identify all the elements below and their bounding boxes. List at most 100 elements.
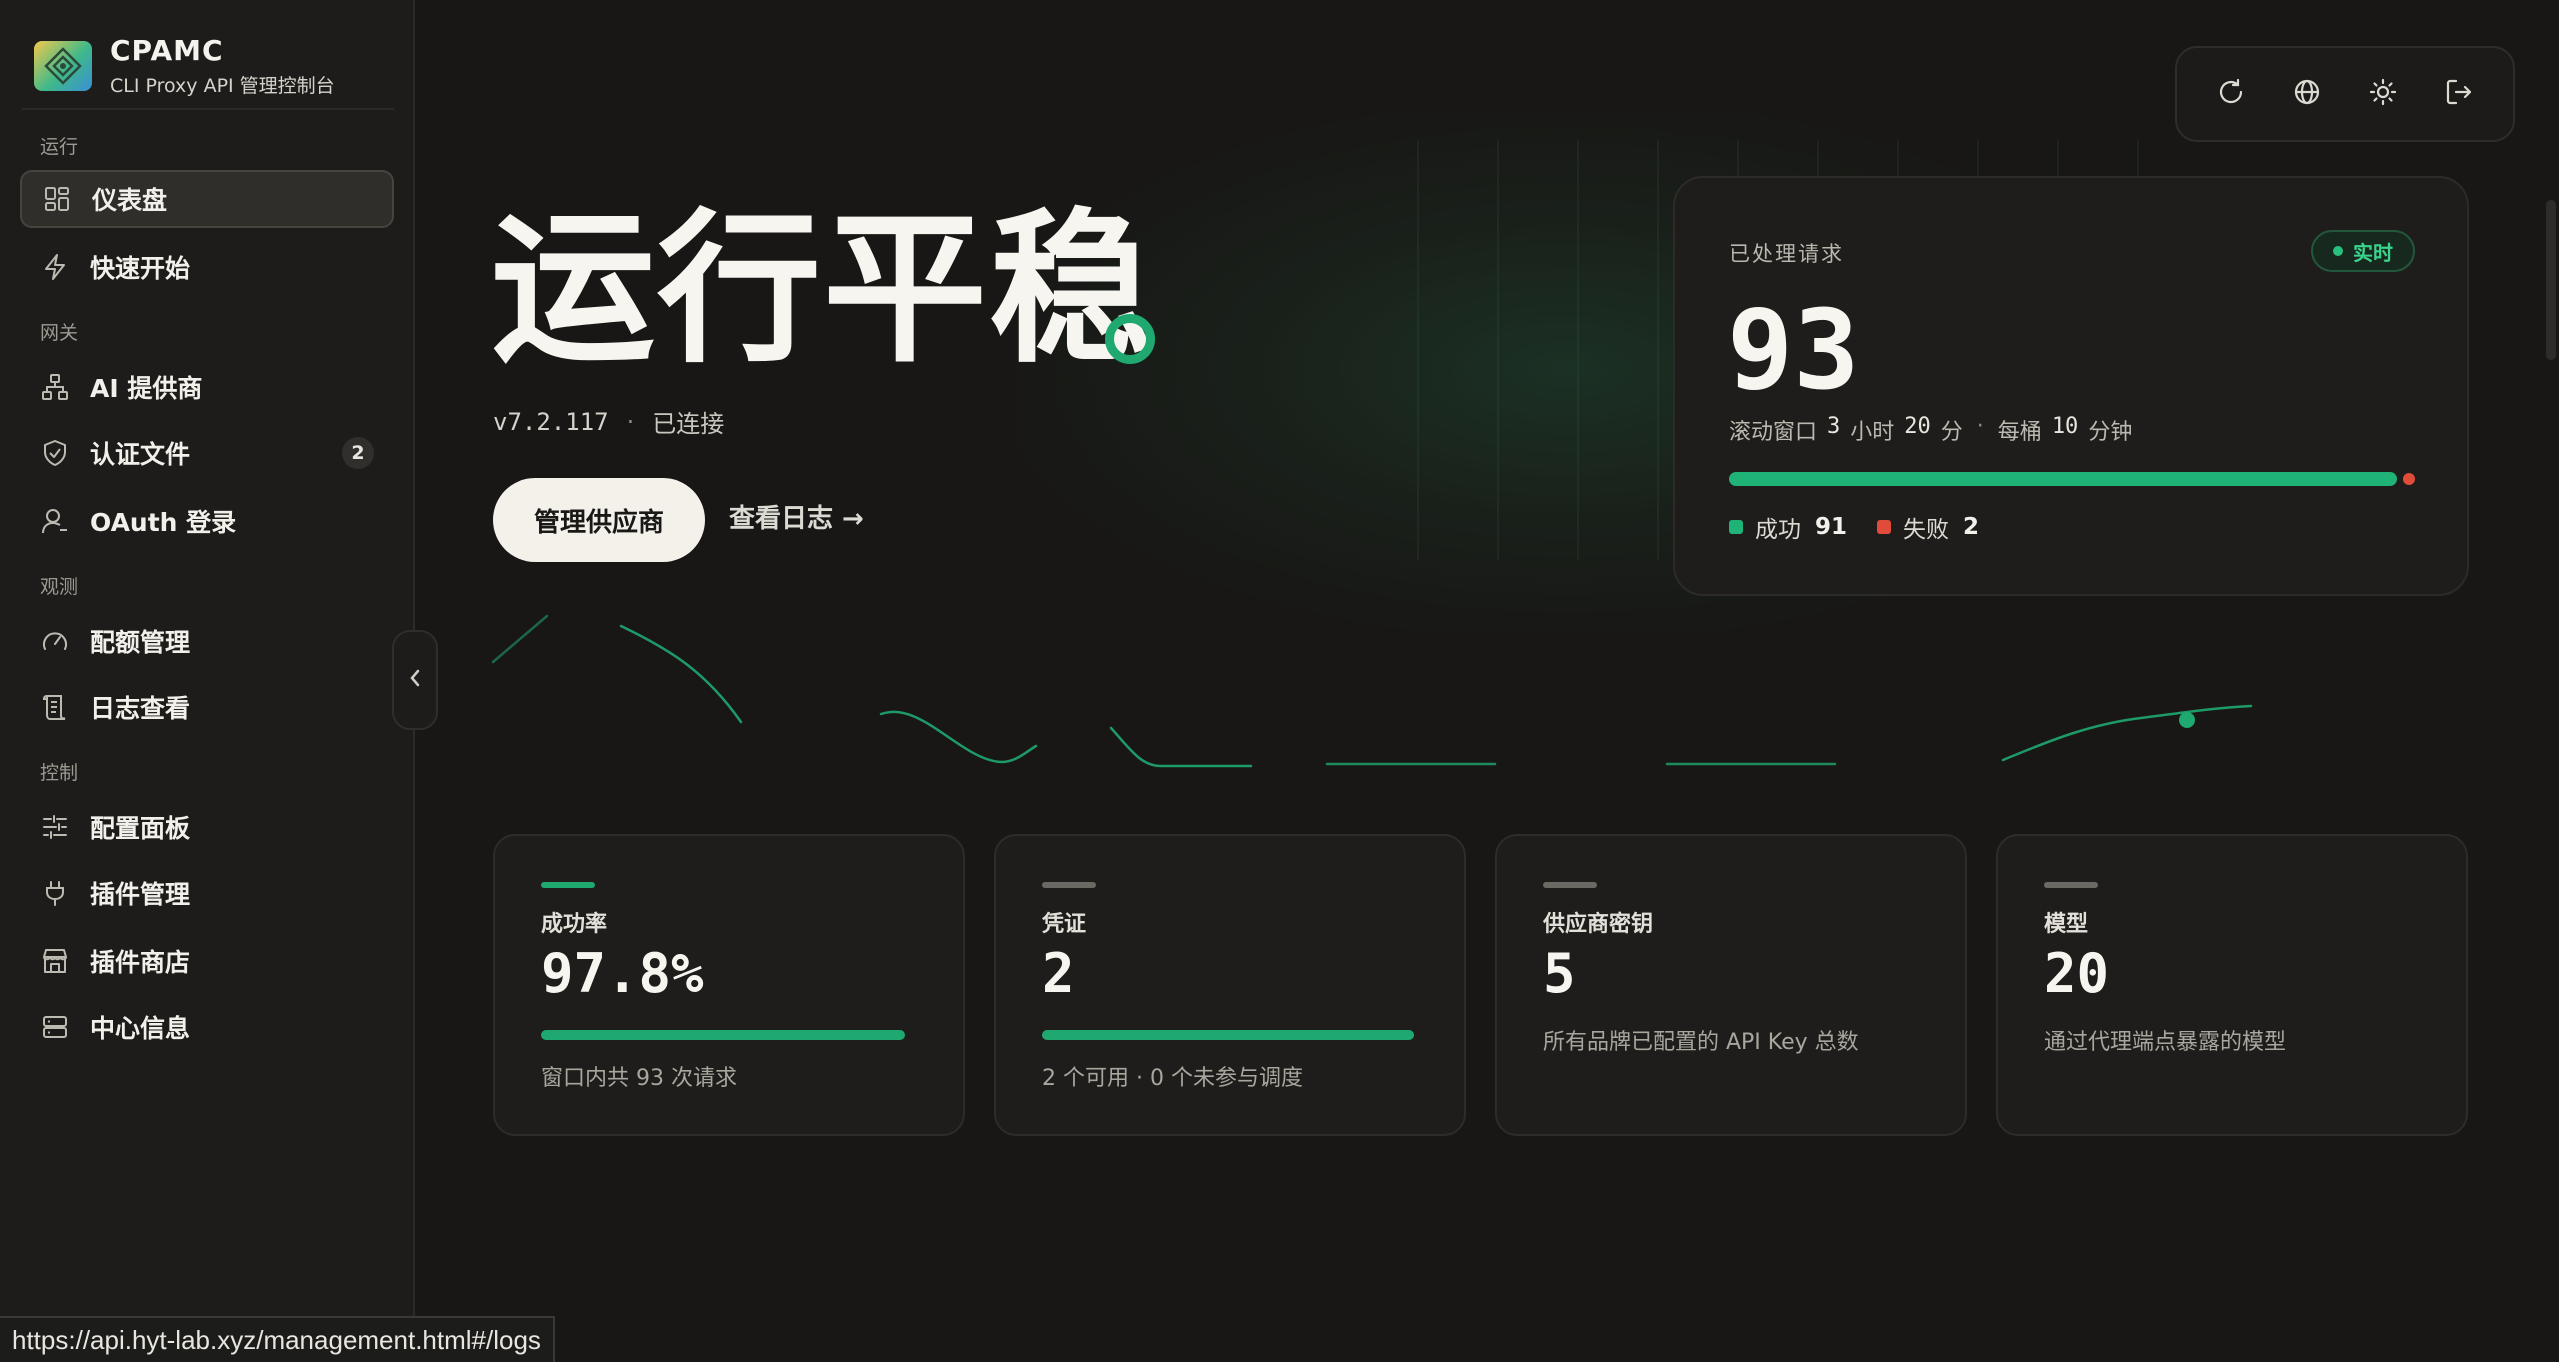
sidebar: CPAMC CLI Proxy API 管理控制台 运行 仪表盘 快速开始 网关… xyxy=(0,0,415,1362)
sidebar-item-ai-providers[interactable]: AI 提供商 xyxy=(20,358,394,416)
bucket-minutes: 10 xyxy=(2051,414,2079,439)
stat-card-success-rate: 成功率 97.8% 窗口内共 93 次请求 xyxy=(493,834,965,1136)
view-logs-link[interactable]: 查看日志 → xyxy=(729,498,864,535)
version-text: v7.2.117 xyxy=(493,407,609,436)
theme-toggle-button[interactable] xyxy=(2358,69,2408,119)
window-hours: 3 xyxy=(1827,414,1841,439)
sidebar-item-config[interactable]: 配置面板 xyxy=(20,798,394,856)
sidebar-item-plugin-store[interactable]: 插件商店 xyxy=(20,932,394,990)
sidebar-item-center-info[interactable]: 中心信息 xyxy=(20,998,394,1056)
language-button[interactable] xyxy=(2282,69,2332,119)
user-icon xyxy=(40,506,70,536)
sidebar-item-label: 仪表盘 xyxy=(92,186,168,215)
store-icon xyxy=(40,946,70,976)
browser-status-url: https://api.hyt-lab.xyz/management.html#… xyxy=(0,1316,555,1362)
sidebar-item-label: 配置面板 xyxy=(90,814,191,843)
fail-count: 2 xyxy=(1963,514,1980,540)
bucket-unit: 分钟 xyxy=(2088,420,2133,445)
sidebar-item-quickstart[interactable]: 快速开始 xyxy=(20,238,394,296)
dashboard-icon xyxy=(42,184,72,214)
hero-meta: v7.2.117 · 已连接 xyxy=(493,404,724,439)
live-dot-icon xyxy=(2333,246,2343,256)
stat-accent-line xyxy=(1543,882,1597,888)
server-icon xyxy=(40,1012,70,1042)
stat-title: 供应商密钥 xyxy=(1543,912,1654,937)
auth-files-count-badge: 2 xyxy=(342,437,374,469)
nav-section-control: 控制 xyxy=(40,762,79,784)
window-separator: · xyxy=(1976,414,1984,439)
hero-title: 运行平稳 xyxy=(491,194,1156,385)
gauge-icon xyxy=(40,626,70,656)
stat-accent-line xyxy=(2044,882,2098,888)
nav-section-gateway: 网关 xyxy=(40,322,79,344)
live-badge-label: 实时 xyxy=(2353,240,2393,265)
nav-section-observe: 观测 xyxy=(40,576,79,598)
sidebar-item-quota[interactable]: 配额管理 xyxy=(20,612,394,670)
nav-section-run: 运行 xyxy=(40,136,79,158)
sidebar-item-logs[interactable]: 日志查看 xyxy=(20,678,394,736)
stat-description: 2 个可用 · 0 个未参与调度 xyxy=(1042,1066,1303,1091)
success-segment xyxy=(1729,472,2397,486)
sidebar-item-label: 快速开始 xyxy=(90,254,191,283)
connection-status: 已连接 xyxy=(652,410,725,438)
window-prefix: 滚动窗口 xyxy=(1729,420,1818,445)
minutes-unit: 分 xyxy=(1940,420,1963,445)
requests-card: 已处理请求 实时 93 滚动窗口 3 小时 20 分 · 每桶 10 分钟 成功… xyxy=(1673,176,2469,596)
stat-progress-bar xyxy=(1042,1030,1414,1040)
bucket-prefix: 每桶 xyxy=(1997,420,2042,445)
stat-card-models: 模型 20 通过代理端点暴露的模型 xyxy=(1996,834,2468,1136)
app-root: CPAMC CLI Proxy API 管理控制台 运行 仪表盘 快速开始 网关… xyxy=(0,0,2559,1362)
live-badge: 实时 xyxy=(2311,230,2415,272)
sidebar-item-label: OAuth 登录 xyxy=(90,508,237,537)
rolling-window-info: 滚动窗口 3 小时 20 分 · 每桶 10 分钟 xyxy=(1729,414,2132,446)
requests-label: 已处理请求 xyxy=(1729,242,1844,266)
plug-icon xyxy=(40,878,70,908)
stat-card-provider-keys: 供应商密钥 5 所有品牌已配置的 API Key 总数 xyxy=(1495,834,1967,1136)
stat-value: 20 xyxy=(2044,942,2110,1005)
logout-button[interactable] xyxy=(2434,69,2484,119)
fail-legend-swatch xyxy=(1877,520,1892,534)
sidebar-item-label: 插件商店 xyxy=(90,948,191,977)
stat-description: 通过代理端点暴露的模型 xyxy=(2044,1030,2287,1055)
brand-logo-icon xyxy=(34,41,92,91)
stat-card-credentials: 凭证 2 2 个可用 · 0 个未参与调度 xyxy=(994,834,1466,1136)
stat-title: 成功率 xyxy=(541,912,608,937)
sidebar-item-label: 日志查看 xyxy=(90,694,191,723)
top-toolbar xyxy=(2175,46,2515,142)
brand[interactable]: CPAMC CLI Proxy API 管理控制台 xyxy=(34,34,335,98)
page-scrollbar[interactable] xyxy=(2546,200,2556,360)
shield-icon xyxy=(40,438,70,468)
success-count: 91 xyxy=(1815,514,1848,540)
traffic-wave-decoration xyxy=(491,614,2253,768)
sidebar-item-oauth-login[interactable]: OAuth 登录 xyxy=(20,492,394,550)
main-content: 运行平稳 v7.2.117 · 已连接 管理供应商 查看日志 → 已处理请求 实… xyxy=(417,0,2559,1362)
hours-unit: 小时 xyxy=(1850,420,1895,445)
logout-icon xyxy=(2444,77,2474,111)
sidebar-item-auth-files[interactable]: 认证文件 2 xyxy=(20,424,394,482)
sidebar-item-label: AI 提供商 xyxy=(90,374,203,403)
stat-description: 窗口内共 93 次请求 xyxy=(541,1066,737,1091)
brand-divider xyxy=(22,108,394,110)
stat-title: 凭证 xyxy=(1042,912,1087,937)
refresh-button[interactable] xyxy=(2206,69,2256,119)
sidebar-item-label: 配额管理 xyxy=(90,628,191,657)
stat-description: 所有品牌已配置的 API Key 总数 xyxy=(1543,1030,1859,1055)
meta-separator: · xyxy=(626,407,635,436)
brand-name: CPAMC xyxy=(110,34,224,67)
sidebar-item-plugins[interactable]: 插件管理 xyxy=(20,864,394,922)
sidebar-item-dashboard[interactable]: 仪表盘 xyxy=(20,170,394,228)
requests-count: 93 xyxy=(1727,286,1860,414)
manage-providers-button[interactable]: 管理供应商 xyxy=(493,478,705,562)
wave-marker-dot xyxy=(2179,712,2195,728)
sidebar-item-label: 插件管理 xyxy=(90,880,191,909)
stat-progress-bar xyxy=(541,1030,905,1040)
success-legend-swatch xyxy=(1729,520,1743,534)
scroll-icon xyxy=(40,692,70,722)
sun-icon xyxy=(2368,77,2398,111)
stat-value: 97.8% xyxy=(541,942,704,1005)
stat-title: 模型 xyxy=(2044,912,2089,937)
success-fail-bar xyxy=(1729,472,2415,486)
stat-value: 2 xyxy=(1042,942,1075,1005)
lightning-icon xyxy=(40,252,70,282)
sidebar-item-label: 中心信息 xyxy=(90,1014,191,1043)
